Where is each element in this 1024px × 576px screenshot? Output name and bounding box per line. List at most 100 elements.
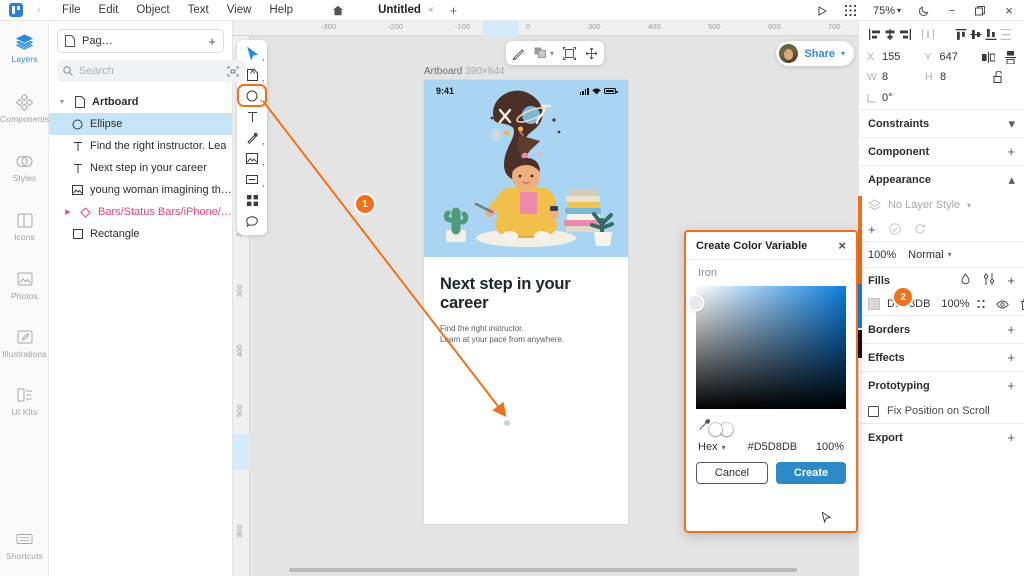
tab-close-icon[interactable]: × [428,5,434,16]
pencil-icon[interactable] [512,47,525,60]
tab-untitled[interactable]: Untitled × [370,2,440,18]
create-button[interactable]: Create [776,462,846,484]
menu-object[interactable]: Object [127,2,178,18]
y-value[interactable]: 647 [940,51,958,63]
check-circle-icon[interactable] [889,223,901,235]
trash-icon[interactable] [1020,299,1024,310]
chevron-up-icon[interactable]: ▴ [1008,172,1015,188]
play-icon[interactable] [808,0,836,21]
x-value[interactable]: 155 [882,51,900,63]
minimize-button[interactable]: − [938,0,966,21]
section-component[interactable]: Component + [859,137,1024,165]
grid-dots-icon[interactable] [977,299,985,309]
fill-opacity-value[interactable]: 100% [941,298,969,310]
menu-file[interactable]: File [53,2,90,18]
x-field[interactable]: X 155 [867,51,925,63]
h-value[interactable]: 8 [940,71,946,83]
filter-icon[interactable] [227,66,239,77]
search-box[interactable] [57,60,245,82]
rotation-value[interactable]: 0° [882,92,893,104]
sliders-icon[interactable] [983,273,995,288]
fill-color-swatch[interactable] [868,298,880,310]
ellipse-selection-dot[interactable] [504,420,510,426]
hero-image-area[interactable]: 9:41 [424,80,628,257]
rail-item-illustrations[interactable]: Illustrations [0,320,49,362]
boolean-icon[interactable]: ▾ [534,47,554,59]
plus-icon[interactable]: + [1007,350,1015,365]
maximize-button[interactable] [966,0,994,21]
distribute-icon[interactable] [585,47,598,60]
close-search-icon[interactable]: × [249,64,256,78]
width-field[interactable]: W 8 [867,71,925,83]
align-center-v-icon[interactable] [968,24,983,44]
layer-row-text-find[interactable]: Find the right instructor. Lea [49,135,232,157]
layer-row-symbol-statusbar[interactable]: ▶ Bars/Status Bars/iPhone/Light [49,201,232,223]
rail-item-shortcuts[interactable]: Shortcuts [0,522,49,564]
layer-row-text-next[interactable]: Next step in your career [49,157,232,179]
comment-tool[interactable] [237,211,267,232]
expand-caret-icon[interactable]: ▶ [63,208,73,216]
rail-item-photos[interactable]: Photos [0,262,49,304]
rail-item-ui-kits[interactable]: UI Kits [0,378,49,420]
w-value[interactable]: 8 [882,71,888,83]
rectangle-tool[interactable] [237,169,267,190]
align-center-h-icon[interactable] [882,24,897,44]
unlocked-icon[interactable] [993,71,1004,83]
chevron-down-icon[interactable]: ▾ [841,49,845,58]
text-tool[interactable] [237,106,267,127]
menu-edit[interactable]: Edit [90,2,128,18]
reset-icon[interactable] [914,223,926,235]
page-selector[interactable]: Pag… + [57,29,224,53]
chevron-down-icon[interactable]: ▾ [967,201,971,210]
fix-position-on-scroll-row[interactable]: Fix Position on Scroll [859,399,1024,423]
section-effects[interactable]: Effects + [859,343,1024,371]
user-avatar[interactable] [779,44,798,63]
align-left-icon[interactable] [867,24,882,44]
rail-item-layers[interactable]: Layers [0,25,49,67]
plus-icon[interactable]: + [1007,322,1015,337]
close-window-button[interactable]: × [994,0,1024,21]
height-field[interactable]: H 8 [925,71,983,83]
image-tool[interactable] [237,148,267,169]
plus-icon[interactable]: + [1007,144,1015,159]
section-export[interactable]: Export + [859,423,1024,451]
distribute-v-icon[interactable] [998,24,1013,44]
horizontal-scrollbar[interactable] [289,568,797,572]
align-top-icon[interactable] [953,24,968,44]
grid-icon[interactable] [836,0,864,21]
add-page-button[interactable]: + [208,34,216,49]
moon-icon[interactable] [910,0,938,21]
artboard[interactable]: 9:41 Next step in your career Find the r… [424,80,628,524]
chevron-down-icon[interactable]: ▾ [550,49,554,58]
color-mode-selector[interactable]: Hex ▾ [698,441,726,453]
alpha-value[interactable]: 100% [816,441,844,453]
section-prototyping[interactable]: Prototyping + [859,371,1024,399]
chevron-down-icon[interactable]: ▾ [1008,116,1015,132]
menu-help[interactable]: Help [260,2,302,18]
create-color-variable-dialog[interactable]: Create Color Variable × Iron Hex ▾ #D5D8… [684,230,858,533]
plus-icon[interactable]: + [1007,378,1015,393]
ellipse-tool[interactable] [239,86,265,105]
hex-value[interactable]: #D5D8DB [748,441,798,453]
components-tool[interactable] [237,190,267,211]
back-chevron-icon[interactable]: ‹ [33,4,45,16]
layer-row-artboard[interactable]: ▼ Artboard [49,91,232,113]
align-right-icon[interactable] [897,24,912,44]
close-icon[interactable]: × [838,238,846,253]
section-constraints[interactable]: Constraints ▾ [859,109,1024,137]
share-button[interactable]: Share ▾ [776,41,854,66]
flip-horizontal-icon[interactable] [982,52,995,63]
fill-item-row[interactable]: D5D8DB 100% [859,293,1024,315]
saturation-value-picker[interactable] [696,286,846,409]
align-bottom-icon[interactable] [983,24,998,44]
plus-icon[interactable]: + [1007,430,1015,445]
fix-position-checkbox[interactable] [868,406,879,417]
opacity-value[interactable]: 100% [868,249,896,261]
flip-vertical-icon[interactable] [1005,51,1016,64]
layer-style-selector[interactable]: No Layer Style ▾ [859,193,1024,217]
rail-item-styles[interactable]: Styles [0,144,49,186]
rotation-field[interactable]: 0° [867,92,925,104]
expand-caret-icon[interactable]: ▼ [57,99,67,106]
app-logo-icon[interactable] [9,3,23,17]
layer-row-image[interactable]: young woman imagining thin… [49,179,232,201]
